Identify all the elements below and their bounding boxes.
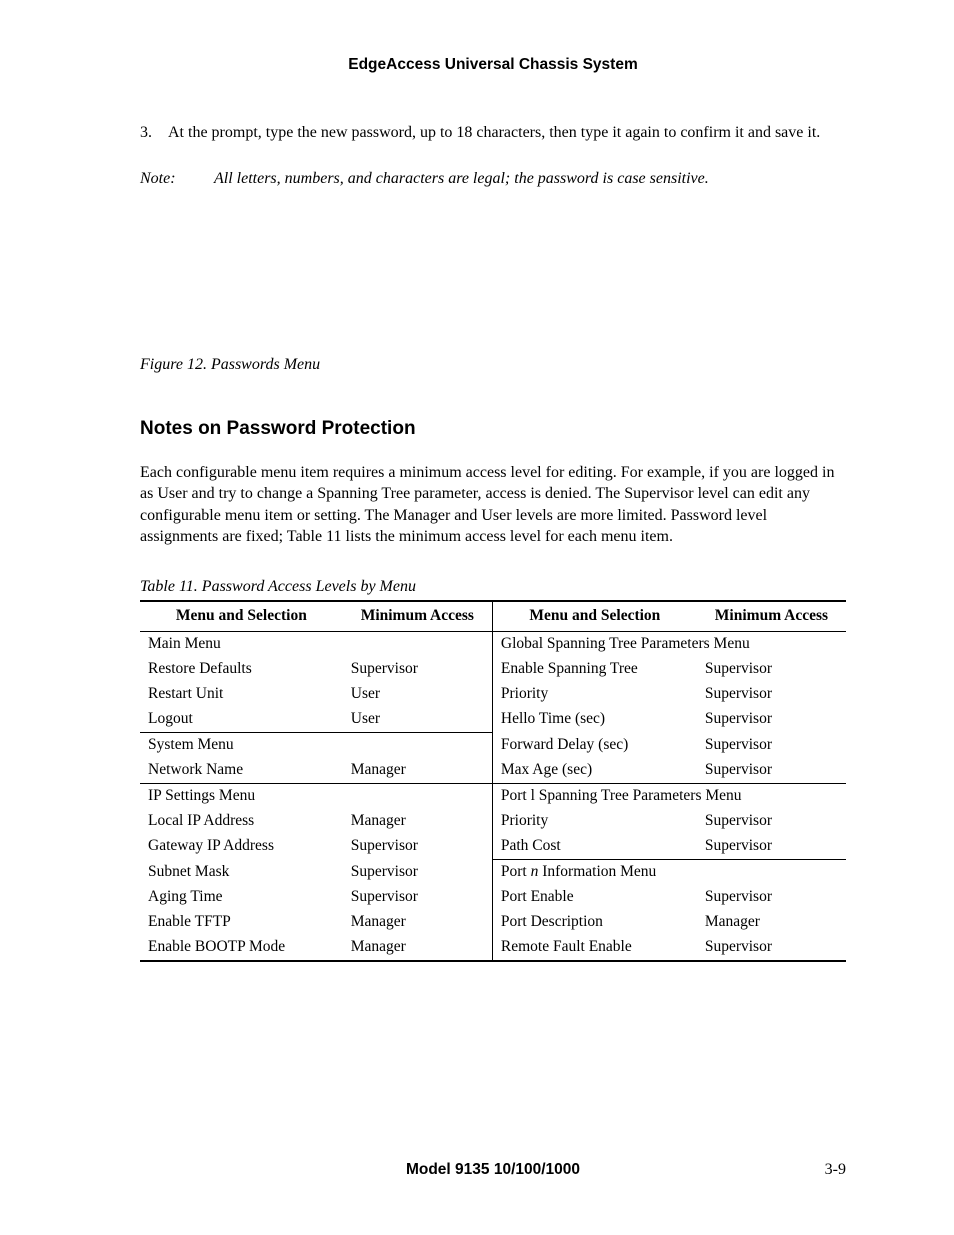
cell-menu-left: Restore Defaults	[140, 657, 343, 682]
table-row: Aging TimeSupervisorPort EnableSuperviso…	[140, 885, 846, 910]
cell-menu-left: Main Menu	[140, 631, 343, 657]
note-block: Note: All letters, numbers, and characte…	[140, 170, 846, 188]
table-caption: Table 11. Password Access Levels by Menu	[140, 578, 846, 596]
cell-access-right: Supervisor	[697, 657, 846, 682]
col-header-menu-left: Menu and Selection	[140, 601, 343, 632]
table-row: Gateway IP AddressSupervisorPath CostSup…	[140, 834, 846, 860]
table-row: System Menu Forward Delay (sec)Supervisor	[140, 732, 846, 758]
page: EdgeAccess Universal Chassis System 3. A…	[0, 0, 954, 1235]
table-row: Subnet MaskSupervisorPort n Information …	[140, 859, 846, 885]
col-header-access-right: Minimum Access	[697, 601, 846, 632]
cell-menu-right: Path Cost	[492, 834, 696, 860]
table-row: Restore DefaultsSupervisorEnable Spannin…	[140, 657, 846, 682]
step-text: At the prompt, type the new password, up…	[168, 122, 846, 144]
col-header-access-left: Minimum Access	[343, 601, 493, 632]
cell-access-left: Supervisor	[343, 885, 493, 910]
cell-access-left: Supervisor	[343, 657, 493, 682]
footer-page-number: 3-9	[825, 1161, 846, 1179]
cell-menu-left: Enable BOOTP Mode	[140, 935, 343, 961]
table-row: Restart UnitUserPrioritySupervisor	[140, 682, 846, 707]
cell-access-left: User	[343, 707, 493, 733]
numbered-step: 3. At the prompt, type the new password,…	[140, 122, 846, 144]
table-header-row: Menu and Selection Minimum Access Menu a…	[140, 601, 846, 632]
cell-access-left: Manager	[343, 758, 493, 784]
cell-menu-right: Port l Spanning Tree Parameters Menu	[492, 783, 846, 809]
cell-menu-right: Port n Information Menu	[492, 859, 846, 885]
page-footer: Model 9135 10/100/1000 3-9	[140, 1161, 846, 1179]
table-row: Enable TFTPManagerPort DescriptionManage…	[140, 910, 846, 935]
cell-menu-left: Gateway IP Address	[140, 834, 343, 860]
cell-access-left: Manager	[343, 809, 493, 834]
running-header: EdgeAccess Universal Chassis System	[140, 56, 846, 74]
cell-menu-right: Global Spanning Tree Parameters Menu	[492, 631, 846, 657]
figure-caption: Figure 12. Passwords Menu	[140, 356, 846, 374]
cell-access-left: Supervisor	[343, 834, 493, 860]
col-header-menu-right: Menu and Selection	[492, 601, 696, 632]
cell-menu-left: Network Name	[140, 758, 343, 784]
cell-access-left	[343, 631, 493, 657]
cell-menu-left: Restart Unit	[140, 682, 343, 707]
cell-access-left: Supervisor	[343, 859, 493, 885]
cell-access-right: Manager	[697, 910, 846, 935]
cell-access-right: Supervisor	[697, 682, 846, 707]
table-row: Local IP AddressManagerPrioritySuperviso…	[140, 809, 846, 834]
note-text: All letters, numbers, and characters are…	[214, 170, 709, 188]
cell-menu-left: Local IP Address	[140, 809, 343, 834]
table-row: Network NameManagerMax Age (sec)Supervis…	[140, 758, 846, 784]
cell-access-right: Supervisor	[697, 834, 846, 860]
section-heading: Notes on Password Protection	[140, 418, 846, 440]
cell-menu-right: Hello Time (sec)	[492, 707, 696, 733]
cell-menu-right: Remote Fault Enable	[492, 935, 696, 961]
cell-access-right: Supervisor	[697, 758, 846, 784]
cell-menu-right: Enable Spanning Tree	[492, 657, 696, 682]
cell-access-left	[343, 732, 493, 758]
cell-menu-left: System Menu	[140, 732, 343, 758]
footer-model: Model 9135 10/100/1000	[406, 1161, 580, 1179]
cell-menu-right: Forward Delay (sec)	[492, 732, 696, 758]
cell-menu-left: Enable TFTP	[140, 910, 343, 935]
table-row: Main Menu Global Spanning Tree Parameters…	[140, 631, 846, 657]
cell-menu-right: Priority	[492, 809, 696, 834]
cell-access-right: Supervisor	[697, 935, 846, 961]
cell-menu-left: Aging Time	[140, 885, 343, 910]
table-row: LogoutUserHello Time (sec)Supervisor	[140, 707, 846, 733]
cell-menu-left: Subnet Mask	[140, 859, 343, 885]
note-label: Note:	[140, 170, 214, 188]
cell-access-left: Manager	[343, 910, 493, 935]
cell-menu-right: Port Enable	[492, 885, 696, 910]
step-number: 3.	[140, 122, 168, 144]
cell-menu-right: Max Age (sec)	[492, 758, 696, 784]
cell-access-right: Supervisor	[697, 885, 846, 910]
cell-access-right: Supervisor	[697, 732, 846, 758]
cell-menu-left: IP Settings Menu	[140, 783, 343, 809]
access-levels-table: Menu and Selection Minimum Access Menu a…	[140, 600, 846, 962]
cell-access-left	[343, 783, 493, 809]
cell-access-right: Supervisor	[697, 809, 846, 834]
cell-access-left: Manager	[343, 935, 493, 961]
table-row: IP Settings Menu Port l Spanning Tree Par…	[140, 783, 846, 809]
cell-menu-left: Logout	[140, 707, 343, 733]
cell-access-right: Supervisor	[697, 707, 846, 733]
section-body: Each configurable menu item requires a m…	[140, 462, 846, 548]
table-row: Enable BOOTP ModeManagerRemote Fault Ena…	[140, 935, 846, 961]
cell-access-left: User	[343, 682, 493, 707]
cell-menu-right: Port Description	[492, 910, 696, 935]
cell-menu-right: Priority	[492, 682, 696, 707]
